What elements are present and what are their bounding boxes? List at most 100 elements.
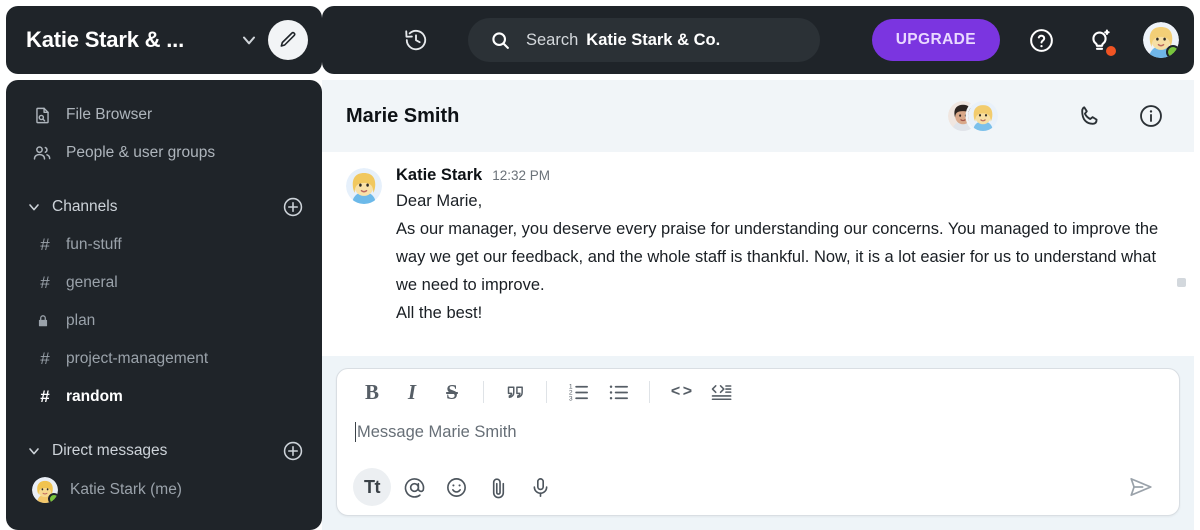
sidebar-item-file-browser[interactable]: File Browser [6,96,322,134]
add-channel-button[interactable] [282,196,304,218]
sidebar-section-direct-messages[interactable]: Direct messages [6,432,322,470]
hash-icon: # [40,235,50,254]
sidebar-channel-general[interactable]: # general [6,264,322,302]
history-button[interactable] [396,20,436,60]
emoji-smiley-icon [445,476,468,499]
text-formatting-button[interactable]: Tt [353,468,391,506]
sidebar-channel-fun-stuff[interactable]: # fun-stuff [6,226,322,264]
italic-icon: I [407,379,417,404]
people-icon [32,143,52,163]
channel-label: fun-stuff [66,236,122,253]
hash-icon: # [40,349,50,368]
chevron-down-icon[interactable] [26,199,44,215]
channel-label: plan [66,312,96,329]
call-button[interactable] [1072,99,1106,133]
sidebar-dm-katie-stark[interactable]: Katie Stark (me) [6,470,322,510]
ideas-button[interactable] [1082,23,1116,57]
conversation-header: Marie Smith [322,80,1194,152]
formatting-toolbar: B I S 1 2 3 < > [337,369,1179,415]
text-caret [355,422,356,442]
upgrade-button[interactable]: UPGRADE [871,19,1000,61]
channel-label: general [66,274,118,291]
sidebar-item-people-and-user-groups[interactable]: People & user groups [6,134,322,172]
microphone-icon [529,476,552,499]
ordered-list-icon: 123 [567,381,590,404]
conversation-members[interactable] [948,101,998,131]
bold-button[interactable]: B [355,375,389,409]
file-search-icon [32,105,52,125]
sidebar-section-channels[interactable]: Channels [6,188,322,226]
add-direct-message-button[interactable] [282,440,304,462]
left-column: Katie Stark & ... File Browser People & … [0,0,322,530]
pencil-icon [278,30,298,50]
dm-label: Katie Stark (me) [70,481,182,498]
attachment-button[interactable] [479,468,517,506]
italic-button[interactable]: I [395,375,429,409]
conversation-panel: Marie Smith Katie Stark 12:32 PM Dear Ma… [322,80,1194,530]
right-column: Search Katie Stark & Co. UPGRADE Marie S… [322,0,1200,530]
sidebar-channel-random[interactable]: # random [6,378,322,416]
phone-icon [1077,104,1102,129]
info-circle-icon [1138,103,1164,129]
conversation-info-button[interactable] [1134,99,1168,133]
hash-icon: # [40,273,50,292]
sidebar: File Browser People & user groups Channe… [6,80,322,530]
bold-icon: B [364,379,379,404]
at-mention-icon [403,476,426,499]
voice-message-button[interactable] [521,468,559,506]
section-title: Direct messages [52,442,168,459]
top-navigation-bar: Search Katie Stark & Co. UPGRADE [322,6,1194,74]
chevron-down-icon[interactable] [26,443,44,459]
code-icon: < > [670,383,692,400]
user-avatar-button[interactable] [1143,22,1179,58]
message-composer: B I S 1 2 3 < > Message Marie Smith Tt [336,368,1180,516]
help-button[interactable] [1024,23,1058,57]
workspace-header[interactable]: Katie Stark & ... [6,6,322,74]
message-list: Katie Stark 12:32 PM Dear Marie, As our … [322,152,1194,356]
blockquote-button[interactable] [498,375,532,409]
inline-code-button[interactable]: < > [664,375,698,409]
composer-actions: Tt [337,459,1179,515]
notification-badge [1106,46,1116,56]
ordered-list-button[interactable]: 123 [561,375,595,409]
message-input[interactable]: Message Marie Smith [337,415,1179,459]
sidebar-channel-plan[interactable]: plan [6,302,322,340]
status-indicator-online [48,493,58,503]
section-title: Channels [52,198,118,215]
bulleted-list-button[interactable] [601,375,635,409]
divider [649,381,650,403]
strikethrough-button[interactable]: S [435,375,469,409]
message-text-line: As our manager, you deserve every praise… [396,220,1159,294]
quote-icon [505,382,526,403]
message-meta: Katie Stark 12:32 PM [396,166,1170,185]
sidebar-channel-project-management[interactable]: # project-management [6,340,322,378]
send-button[interactable] [1121,467,1161,507]
avatar [32,477,58,503]
question-circle-icon [1028,27,1055,54]
sidebar-item-label: People & user groups [66,144,216,161]
svg-text:3: 3 [568,395,572,402]
lock-icon [36,313,54,329]
text-format-icon: Tt [364,476,381,497]
mention-button[interactable] [395,468,433,506]
message-item: Katie Stark 12:32 PM Dear Marie, As our … [346,166,1170,327]
workspace-name: Katie Stark & ... [26,27,184,52]
emoji-button[interactable] [437,468,475,506]
message-timestamp: 12:32 PM [492,168,551,183]
search-input[interactable]: Search Katie Stark & Co. [468,18,820,62]
sidebar-item-label: File Browser [66,106,153,123]
channel-label: project-management [66,350,209,367]
code-block-button[interactable] [704,375,738,409]
chevron-down-icon[interactable] [238,29,260,51]
avatar [346,168,382,204]
compose-message-button[interactable] [268,20,308,60]
channel-label: random [66,388,123,405]
search-icon [490,29,512,51]
history-clock-icon [403,27,429,53]
paperclip-icon [487,476,510,499]
message-body: Katie Stark 12:32 PM Dear Marie, As our … [396,166,1170,327]
message-text-line: All the best! [396,304,483,322]
scrollbar-thumb[interactable] [1177,278,1186,287]
message-input-placeholder: Message Marie Smith [357,422,517,441]
divider [483,381,484,403]
